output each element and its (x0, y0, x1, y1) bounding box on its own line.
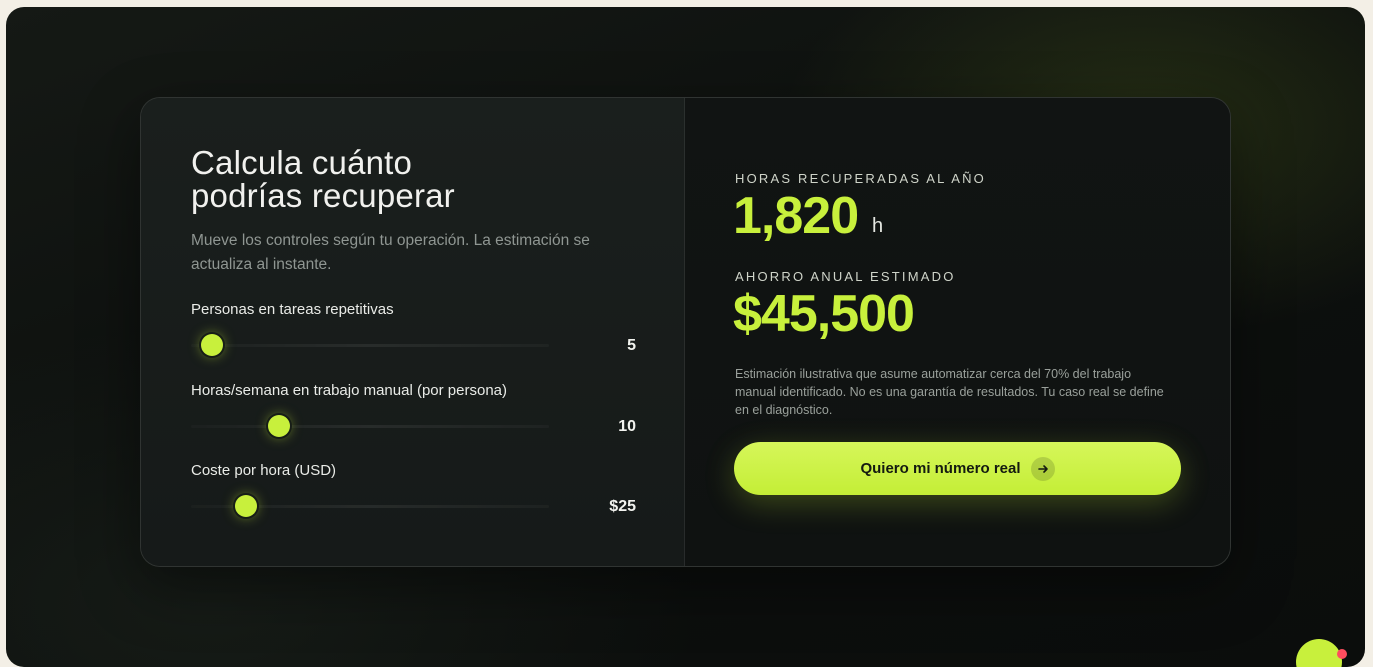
hours-slider-label: Horas/semana en trabajo manual (por pers… (191, 382, 508, 399)
cost-slider-label: Coste por hora (USD) (191, 462, 337, 479)
hours-slider-thumb[interactable] (267, 415, 290, 437)
calculator-results-panel: HORAS RECUPERADAS AL AÑO 1,820 h AHORRO … (685, 98, 1230, 566)
title-line-2: podrías recuperar (191, 177, 455, 214)
get-real-number-button[interactable]: Quiero mi número real (734, 442, 1181, 495)
hours-slider-value: 10 (618, 418, 636, 435)
hours-recovered-value: 1,820 (733, 187, 859, 245)
roi-calculator-card: Calcula cuánto podrías recuperar Mueve l… (140, 97, 1231, 567)
arrow-right-icon (1030, 456, 1055, 481)
hours-recovered-label: HORAS RECUPERADAS AL AÑO (735, 171, 986, 186)
hours-unit: h (872, 215, 884, 237)
annual-savings-label: AHORRO ANUAL ESTIMADO (735, 269, 956, 284)
calculator-controls-panel: Calcula cuánto podrías recuperar Mueve l… (141, 98, 685, 566)
people-slider-value: 5 (627, 337, 636, 354)
annual-savings-value: $45,500 (733, 285, 915, 343)
page-background: Calcula cuánto podrías recuperar Mueve l… (6, 7, 1365, 667)
calculator-title: Calcula cuánto podrías recuperar (191, 146, 455, 212)
cta-label: Quiero mi número real (860, 460, 1021, 477)
hours-slider-track[interactable] (191, 425, 549, 428)
cost-slider-value: $25 (609, 498, 636, 515)
cost-slider-thumb[interactable] (235, 495, 258, 517)
estimate-disclaimer: Estimación ilustrativa que asume automat… (735, 367, 1164, 417)
people-slider-thumb[interactable] (201, 334, 224, 356)
title-line-1: Calcula cuánto (191, 144, 413, 181)
people-slider-label: Personas en tareas repetitivas (191, 301, 394, 318)
calculator-subtitle: Mueve los controles según tu operación. … (191, 232, 590, 273)
people-slider-track[interactable] (191, 344, 549, 347)
chat-widget-icon[interactable] (1296, 639, 1342, 667)
